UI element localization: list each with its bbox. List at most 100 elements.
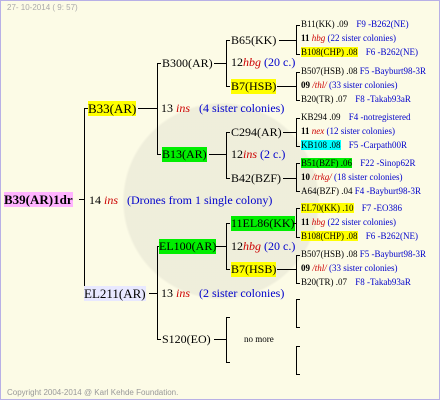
connector bbox=[296, 146, 300, 147]
pedigree-ref: F6 -B262(NE) bbox=[365, 231, 419, 241]
insemination-type: hbg bbox=[311, 33, 326, 43]
connector bbox=[226, 86, 230, 87]
pedigree-ref: F4 -Bayburt98-3R bbox=[354, 186, 421, 196]
insemination-type: nex bbox=[311, 126, 325, 136]
pedigree-ref: F8 -Takab93aR bbox=[355, 94, 411, 104]
connector bbox=[226, 269, 230, 270]
gen-number: 09 bbox=[301, 80, 310, 90]
connector bbox=[226, 132, 230, 133]
g3-queen-e[interactable]: 11EL86(KK) bbox=[231, 216, 295, 231]
g4-queen[interactable]: B108(CHP) .08 F6 -B262(NE) bbox=[301, 231, 418, 242]
connector bbox=[283, 178, 296, 179]
g4-queen[interactable]: B20(TR) .07 F8 -Takab93aR bbox=[301, 94, 411, 105]
connector bbox=[138, 108, 158, 109]
connector bbox=[296, 299, 297, 327]
sister-note: (33 sister colonies) bbox=[329, 263, 398, 273]
gen-number: 12 bbox=[231, 239, 243, 253]
connector bbox=[157, 63, 158, 154]
connector bbox=[296, 208, 300, 209]
connector bbox=[296, 72, 300, 73]
connector bbox=[283, 132, 296, 133]
g4-queen[interactable]: B51(BZF) .06 F22 -Sinop62R bbox=[301, 158, 416, 169]
header-date: 27- 10-2014 ( 9: 57) bbox=[7, 3, 78, 12]
g4-gen-info: 09 /thl/ (33 sister colonies) bbox=[301, 80, 398, 91]
drone-note: (Drones from 1 single colony) bbox=[127, 193, 273, 207]
root-queen[interactable]: B39(AR)1dr bbox=[4, 192, 73, 207]
g1-queen-b[interactable]: EL211(AR) bbox=[84, 286, 146, 301]
g4-gen-info: 11 hbg (22 sister colonies) bbox=[301, 217, 396, 228]
g3-queen-b[interactable]: B7(HSB) bbox=[231, 79, 277, 94]
g3-queen-c[interactable]: C294(AR) bbox=[231, 125, 282, 140]
g1-queen-a[interactable]: B33(AR) bbox=[88, 101, 137, 116]
connector bbox=[226, 223, 227, 269]
g3-queen-a[interactable]: B65(KK) bbox=[231, 33, 276, 48]
pedigree-ref: F5 -Bayburt98-3R bbox=[359, 249, 427, 259]
g4-queen[interactable]: A64(BZF) .04 F4 -Bayburt98-3R bbox=[301, 186, 421, 197]
connector bbox=[226, 40, 230, 41]
footer-copyright: Copyright 2004-2014 @ Karl Kehde Foundat… bbox=[7, 388, 179, 397]
connector bbox=[226, 178, 230, 179]
g2-queen-d[interactable]: S120(EO) bbox=[162, 332, 211, 347]
sister-note: (4 sister colonies) bbox=[199, 101, 285, 115]
g4-queen[interactable]: B11(KK) .09 F9 -B262(NE) bbox=[301, 19, 409, 30]
g4-queen[interactable]: B20(TR) .07 F8 -Takab93aR bbox=[301, 277, 411, 288]
connector bbox=[296, 208, 297, 237]
gen-number: 13 bbox=[161, 101, 173, 115]
g2-queen-c[interactable]: EL100(AR) bbox=[159, 239, 217, 254]
g3e-gen-info: 12hbg (20 c.) bbox=[231, 239, 295, 254]
pedigree-chart: { "header_date": "27- 10-2014 ( 9: 57)",… bbox=[0, 0, 440, 400]
connector bbox=[296, 54, 300, 55]
connector bbox=[296, 255, 300, 256]
g4-queen[interactable]: KB294 .09 F4 -notregistered bbox=[301, 112, 411, 123]
connector bbox=[226, 223, 230, 224]
connector bbox=[296, 283, 300, 284]
queen-id: KB108 .08 bbox=[301, 140, 341, 150]
connector bbox=[296, 346, 300, 347]
connector bbox=[157, 246, 158, 339]
g3a-gen-info: 12hbg (20 c.) bbox=[231, 55, 295, 70]
connector bbox=[296, 100, 300, 101]
no-more-label: no more bbox=[244, 334, 274, 344]
insemination-type: ins bbox=[176, 286, 191, 300]
pedigree-ref: F6 -B262(NE) bbox=[365, 47, 419, 57]
gen-number: 11 bbox=[301, 217, 310, 227]
connector bbox=[226, 132, 227, 178]
g4-queen[interactable]: B507(HSB) .08 F5 -Bayburt98-3R bbox=[301, 66, 426, 77]
insemination-type: ins bbox=[176, 101, 191, 115]
connector bbox=[226, 40, 227, 86]
pedigree-ref: F5 -Bayburt98-3R bbox=[359, 66, 427, 76]
sister-note: (33 sister colonies) bbox=[329, 80, 398, 90]
g4-queen[interactable]: KB108 .08 F5 -Carpath00R bbox=[301, 140, 407, 151]
g3-queen-d[interactable]: B42(BZF) bbox=[231, 171, 281, 186]
sister-note: (2 sister colonies) bbox=[199, 286, 285, 300]
insemination-type: hbg bbox=[243, 55, 261, 69]
queen-id: B108(CHP) .08 bbox=[301, 231, 358, 241]
pedigree-ref: F7 -EO386 bbox=[361, 203, 402, 213]
insemination-type: hbg bbox=[243, 239, 261, 253]
g4-queen[interactable]: B507(HSB) .08 F5 -Bayburt98-3R bbox=[301, 249, 426, 260]
queen-id: B20(TR) .07 bbox=[301, 94, 347, 104]
connector bbox=[157, 339, 161, 340]
g4-gen-info: 11 nex (12 sister colonies) bbox=[301, 126, 395, 137]
g3-queen-f[interactable]: B7(HSB) bbox=[231, 262, 277, 277]
g2-queen-b[interactable]: B13(AR) bbox=[162, 147, 207, 162]
g2-queen-a[interactable]: B300(AR) bbox=[162, 56, 213, 71]
insemination-type: /thl/ bbox=[312, 263, 327, 273]
g1b-gen-info: 13 ins (2 sister colonies) bbox=[161, 286, 284, 301]
connector bbox=[296, 25, 297, 55]
sister-note: (22 sister colonies) bbox=[327, 33, 396, 43]
pedigree-ref: F4 -notregistered bbox=[348, 112, 411, 122]
sister-note: (22 sister colonies) bbox=[327, 217, 396, 227]
connector bbox=[226, 317, 230, 318]
g4-queen[interactable]: B108(CHP) .08 F6 -B262(NE) bbox=[301, 47, 418, 58]
queen-id: B108(CHP) .08 bbox=[301, 47, 358, 57]
sister-note: (18 sister colonies) bbox=[334, 172, 403, 182]
connector bbox=[226, 317, 227, 362]
connector bbox=[209, 154, 226, 155]
g4-gen-info: 11 hbg (22 sister colonies) bbox=[301, 33, 396, 44]
connector bbox=[216, 246, 226, 247]
g4-queen[interactable]: EL70(KK) .10 F7 -EO386 bbox=[301, 203, 402, 214]
queen-id: B507(HSB) .08 bbox=[301, 249, 358, 259]
connector bbox=[214, 63, 226, 64]
insemination-type: ins bbox=[104, 193, 119, 207]
